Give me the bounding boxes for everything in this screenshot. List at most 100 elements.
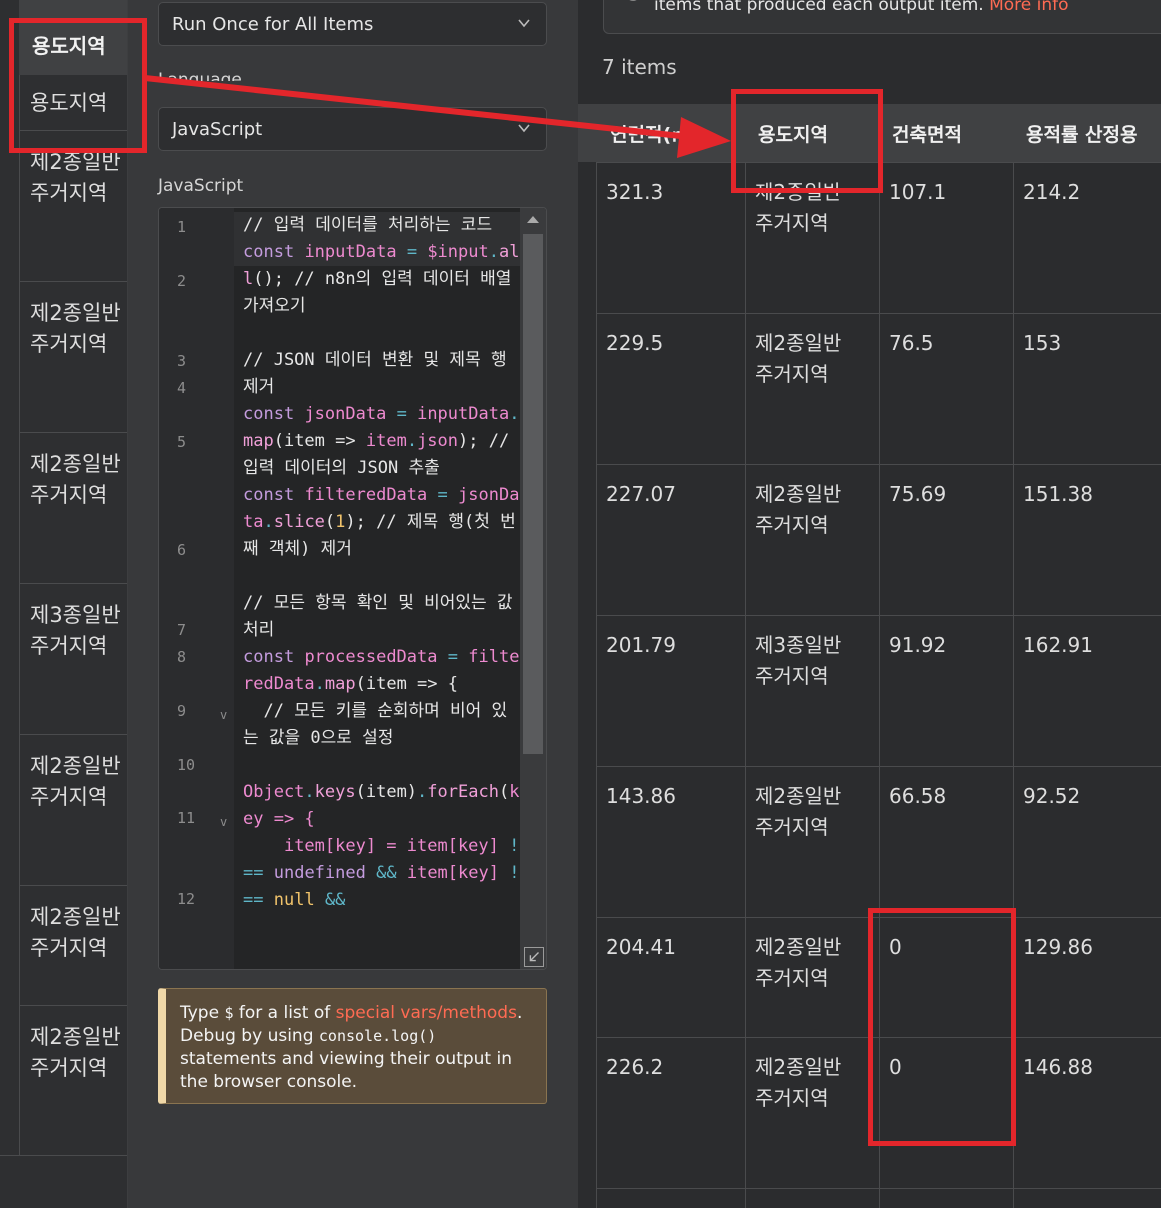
cell-zone: 제2종일반 주거지역 [755, 784, 842, 839]
language-label: Language [158, 70, 242, 90]
code-editor-label: JavaScript [158, 176, 244, 196]
code-line: Object.keys(item).forEach(key => { [243, 782, 520, 829]
editor-scrollbar[interactable] [520, 208, 546, 969]
cell-building-area: 66.58 [889, 784, 947, 808]
chevron-down-icon [518, 124, 530, 133]
cell-far: 153 [1023, 331, 1062, 355]
cell-line: 주거지역 [30, 634, 108, 658]
language-select[interactable]: JavaScript [158, 107, 547, 151]
input-column-subheader: 용도지역 [30, 91, 108, 115]
table-header-row: 연면적(㎡) 용도지역 건축면적 용적률 산정용 [578, 104, 1161, 162]
code-line: const jsonData = inputData.map(item => i… [243, 404, 520, 478]
cell-building-area: 76.5 [889, 331, 934, 355]
cell-area: 227.07 [606, 482, 676, 506]
code-line: // 모든 항목 확인 및 비어있는 값 처리 [243, 593, 523, 640]
table-bottom-border [596, 1188, 1161, 1189]
cell-line: 제3종일반 [30, 603, 121, 627]
table-row: 제2종일반주거지역 [19, 432, 127, 583]
code-line: const inputData = $input.all(); // n8n의 … [243, 242, 522, 316]
cell-zone: 제3종일반 주거지역 [755, 633, 842, 688]
code-content[interactable]: // 입력 데이터를 처리하는 코드 const inputData = $in… [243, 212, 521, 914]
code-line: // 모든 키를 순회하며 비어 있는 값을 0으로 설정 [243, 701, 508, 748]
scroll-up-icon[interactable] [527, 216, 539, 223]
cell-line: 주거지역 [30, 936, 108, 960]
output-panel: items that produced each output item. Mo… [578, 0, 1161, 1208]
column-header[interactable]: 건축면적 [892, 120, 962, 147]
fold-toggle-icon[interactable]: v [220, 708, 227, 722]
code-line: // JSON 데이터 변환 및 제목 행 제거 [243, 350, 517, 397]
table-row: 204.41 제2종일반 주거지역 0 129.86 [596, 917, 1161, 1037]
cell-zone: 제2종일반 주거지역 [755, 180, 842, 235]
parameters-panel: Run Once for All Items Language JavaScri… [128, 0, 578, 1208]
cell-building-area: 0 [889, 935, 902, 959]
cell-far: 151.38 [1023, 482, 1093, 506]
line-number-gutter: 1 2 3 4 5 6 7 8 9v 10 11 v 12 [159, 208, 234, 969]
table-bottom-border [0, 1155, 127, 1156]
cell-far: 129.86 [1023, 935, 1093, 959]
cell-building-area: 107.1 [889, 180, 947, 204]
cell-zone: 제2종일반 주거지역 [755, 331, 842, 386]
table-row: 제2종일반주거지역 [19, 734, 127, 885]
cell-area: 229.5 [606, 331, 664, 355]
mode-select[interactable]: Run Once for All Items [158, 2, 547, 46]
column-header[interactable]: 용적률 산정용 [1026, 120, 1138, 147]
input-column-header-label: 용도지역 [32, 34, 106, 58]
code-line: const processedData = filteredData.map(i… [243, 647, 520, 694]
table-row: 229.5 제2종일반 주거지역 76.5 153 [596, 313, 1161, 464]
scrollbar-thumb[interactable] [523, 234, 543, 754]
table-row: 226.2 제2종일반 주거지역 0 146.88 [596, 1037, 1161, 1188]
code-line: item[key] = item[key] !== undefined && i… [243, 836, 520, 910]
input-column-header[interactable]: 용도지역 [19, 0, 127, 75]
cell-line: 주거지역 [30, 332, 108, 356]
more-info-link[interactable]: More info [989, 0, 1068, 15]
table-row: 제2종일반 주거지역 [19, 1005, 127, 1156]
cell-area: 201.79 [606, 633, 676, 657]
chevron-down-icon [518, 19, 530, 28]
code-line: // 입력 데이터를 처리하는 코드 [243, 215, 493, 235]
table-row: 143.86 제2종일반 주거지역 66.58 92.52 [596, 766, 1161, 917]
cell-area: 143.86 [606, 784, 676, 808]
special-vars-link[interactable]: special vars/methods [336, 1003, 517, 1023]
cell-building-area: 0 [889, 1055, 902, 1079]
cell-far: 92.52 [1023, 784, 1081, 808]
language-select-value: JavaScript [172, 119, 263, 140]
table-row: 제2종일반주거지역 [19, 130, 127, 281]
info-icon [626, 0, 640, 1]
table-row: 227.07 제2종일반 주거지역 75.69 151.38 [596, 464, 1161, 615]
cell-far: 214.2 [1023, 180, 1081, 204]
cell-far: 146.88 [1023, 1055, 1093, 1079]
code-hint-notice: Type $ for a list of special vars/method… [158, 988, 547, 1104]
cell-line: 주거지역 [30, 483, 108, 507]
code-editor[interactable]: 1 2 3 4 5 6 7 8 9v 10 11 v 12 // 입력 데이터를 … [158, 207, 547, 970]
console-log-code: console.log() [318, 1027, 437, 1045]
cell-line: 주거지역 [30, 785, 108, 809]
items-count: 7 items [602, 55, 677, 79]
cell-area: 226.2 [606, 1055, 664, 1079]
cell-line: 주거지역 [30, 181, 108, 205]
table-row: 제3종일반주거지역 [19, 583, 127, 734]
cell-line: 주거지역 [30, 1056, 108, 1080]
cell-line: 제2종일반 [30, 452, 121, 476]
column-header[interactable]: 용도지역 [758, 120, 828, 147]
cell-line: 제2종일반 [30, 150, 121, 174]
fold-toggle-icon[interactable]: v [220, 815, 227, 829]
table-row: 제2종일반주거지역 [19, 885, 127, 1005]
info-notice: items that produced each output item. Mo… [603, 0, 1161, 34]
cell-line: 제2종일반 [30, 754, 121, 778]
resize-handle-icon[interactable] [524, 947, 544, 967]
cell-area: 204.41 [606, 935, 676, 959]
column-header[interactable]: 연면적(㎡) [610, 120, 699, 147]
cell-building-area: 75.69 [889, 482, 947, 506]
table-row: 제2종일반주거지역 [19, 281, 127, 432]
cell-building-area: 91.92 [889, 633, 947, 657]
cell-zone: 제2종일반 주거지역 [755, 935, 842, 990]
cell-zone: 제2종일반 주거지역 [755, 1055, 842, 1110]
code-line: const filteredData = jsonData.slice(1); … [243, 485, 520, 559]
cell-line: 제2종일반 [30, 905, 121, 929]
cell-line: 제2종일반 [30, 301, 121, 325]
cell-far: 162.91 [1023, 633, 1093, 657]
table-row: 321.3 제2종일반 주거지역 107.1 214.2 [596, 162, 1161, 313]
cell-zone: 제2종일반 주거지역 [755, 482, 842, 537]
